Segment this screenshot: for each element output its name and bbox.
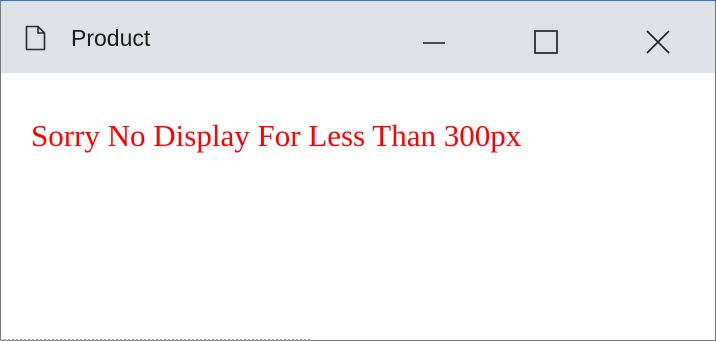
title-bar[interactable]: Product	[1, 1, 715, 73]
close-icon	[646, 30, 670, 54]
app-window: Product Sorry No Display For Less Than 3…	[0, 0, 716, 341]
maximize-icon	[534, 30, 558, 54]
minimize-button[interactable]	[393, 1, 475, 73]
close-button[interactable]	[617, 1, 699, 73]
content-area: Sorry No Display For Less Than 300px	[1, 73, 715, 340]
maximize-button[interactable]	[505, 1, 587, 73]
minimize-icon	[423, 42, 445, 44]
window-title: Product	[71, 25, 151, 51]
no-display-message: Sorry No Display For Less Than 300px	[31, 118, 522, 153]
document-icon	[25, 25, 46, 51]
